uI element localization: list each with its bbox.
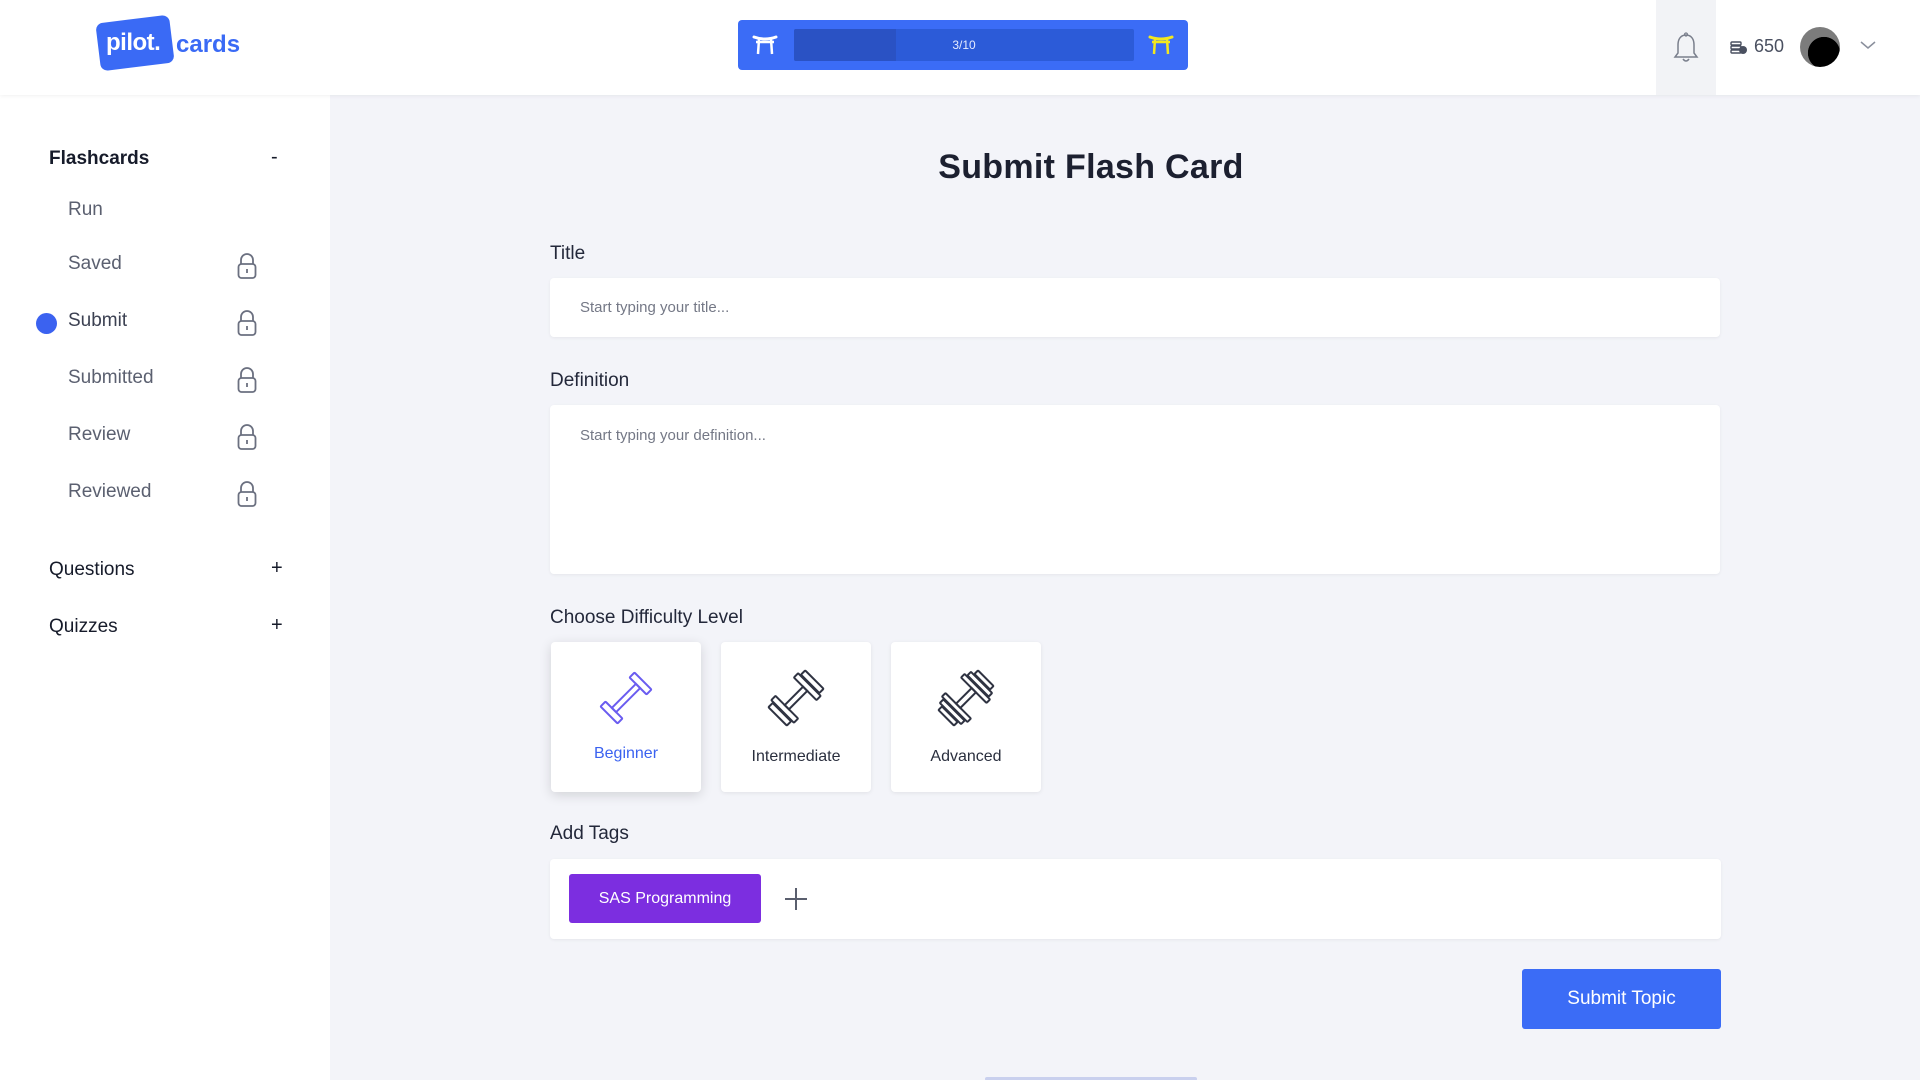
lock-icon xyxy=(237,310,257,336)
sidebar-section-flashcards[interactable]: Flashcards xyxy=(49,148,149,170)
sidebar-item-reviewed[interactable]: Reviewed xyxy=(68,481,151,503)
sidebar-section-quizzes[interactable]: Quizzes xyxy=(49,616,118,638)
sidebar-item-run[interactable]: Run xyxy=(68,199,103,221)
lock-icon xyxy=(237,367,257,393)
tags-container: SAS Programming xyxy=(550,859,1721,939)
dumbbell-icon xyxy=(599,671,653,725)
page-title: Submit Flash Card xyxy=(938,148,1244,186)
definition-label: Definition xyxy=(550,370,630,391)
title-label: Title xyxy=(550,243,586,264)
notifications-button[interactable] xyxy=(1656,0,1716,95)
logo-cards-text: cards xyxy=(176,31,241,58)
quizzes-expand-toggle[interactable]: + xyxy=(271,614,283,637)
questions-expand-toggle[interactable]: + xyxy=(271,557,283,580)
sidebar-item-saved[interactable]: Saved xyxy=(68,253,122,275)
pilot-cards-logo[interactable]: pilot. cards xyxy=(95,14,248,72)
progress-label: 3/10 xyxy=(952,38,976,52)
lock-icon xyxy=(237,424,257,450)
flashcards-collapse-toggle[interactable]: - xyxy=(271,146,278,169)
difficulty-intermediate-label: Intermediate xyxy=(751,748,841,765)
sidebar: Flashcards - Run Saved Submit Submitted … xyxy=(0,95,330,1080)
bell-icon xyxy=(1673,31,1699,62)
difficulty-beginner-option[interactable]: Beginner xyxy=(551,642,701,792)
torii-gate-goal-icon xyxy=(1148,35,1174,55)
sidebar-item-submitted[interactable]: Submitted xyxy=(68,367,154,389)
dumbbell-icon xyxy=(767,669,825,727)
chevron-down-icon[interactable] xyxy=(1858,37,1878,53)
user-avatar[interactable] xyxy=(1800,27,1840,67)
difficulty-advanced-option[interactable]: Advanced xyxy=(891,642,1041,792)
difficulty-beginner-label: Beginner xyxy=(593,745,659,762)
submit-topic-button[interactable]: Submit Topic xyxy=(1522,969,1721,1029)
lock-icon xyxy=(237,481,257,507)
difficulty-label: Choose Difficulty Level xyxy=(550,607,743,628)
sidebar-item-review[interactable]: Review xyxy=(68,424,130,446)
sidebar-section-questions[interactable]: Questions xyxy=(49,559,135,581)
lock-icon xyxy=(237,253,257,279)
definition-textarea[interactable] xyxy=(550,405,1720,574)
difficulty-intermediate-option[interactable]: Intermediate xyxy=(721,642,871,792)
progress-bar: 3/10 xyxy=(738,20,1188,70)
coin-balance: 650 xyxy=(1730,36,1784,57)
top-header: pilot. cards 3/10 650 xyxy=(0,0,1920,95)
tag-chip[interactable]: SAS Programming xyxy=(569,874,761,923)
progress-track: 3/10 xyxy=(794,29,1134,61)
tags-label: Add Tags xyxy=(550,823,629,844)
logo-pilot-text: pilot. xyxy=(106,29,161,56)
title-input[interactable] xyxy=(550,278,1720,337)
coin-count: 650 xyxy=(1754,36,1785,56)
plus-icon[interactable] xyxy=(780,883,812,915)
coins-icon xyxy=(1730,40,1747,54)
dumbbell-icon xyxy=(937,669,995,727)
difficulty-advanced-label: Advanced xyxy=(930,748,1002,765)
sidebar-item-submit[interactable]: Submit xyxy=(68,310,127,332)
active-indicator-dot xyxy=(36,313,57,334)
torii-gate-icon xyxy=(752,35,778,55)
